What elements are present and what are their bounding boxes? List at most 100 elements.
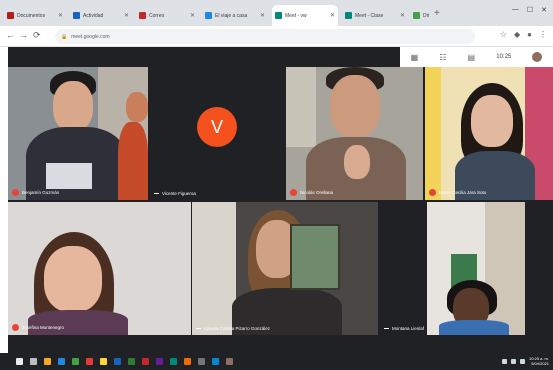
file-explorer-icon[interactable] [44, 358, 51, 365]
tab-favicon-icon [413, 12, 420, 19]
participant-name-tag: Karen Cecilia Jara Soto [429, 189, 486, 196]
profile-icon[interactable]: ● [527, 30, 532, 39]
meet-top-bar: ▦ ☷ ▤ 10:25 [400, 47, 553, 67]
back-icon[interactable]: ← [6, 30, 15, 40]
participant-avatar: V [197, 107, 237, 147]
participant-name-tag: Josefina Montenegro [12, 324, 64, 331]
network-icon[interactable] [501, 358, 507, 364]
browser-tab[interactable]: Actividad ✕ [70, 5, 132, 26]
star-icon[interactable]: ☆ [500, 30, 507, 39]
participant-name: Josefina Montenegro [22, 325, 65, 330]
browser-tab[interactable]: Correo ✕ [136, 5, 198, 26]
maximize-icon[interactable]: ☐ [527, 6, 533, 14]
participant-body [439, 320, 509, 335]
app-icon[interactable] [212, 358, 219, 365]
participant-tile[interactable]: Karen Cecilia Jara Soto [425, 67, 553, 200]
office-icon[interactable] [86, 358, 93, 365]
chat-icon[interactable]: ▤ [468, 53, 476, 62]
close-icon[interactable]: ✕ [330, 12, 335, 19]
app-icon[interactable] [226, 358, 233, 365]
background-window [192, 202, 236, 335]
taskbar-date: 5/04/2021 [531, 361, 549, 366]
participant-name: Ignacia Carlota Pizarro González [204, 326, 271, 331]
browser-toolbar: ← → ⟳ 🔒 meet.google.com ☆ ◆ ● ⋮ [0, 26, 553, 47]
tab-label: Actividad [83, 12, 104, 19]
participant-tile[interactable]: Josefina Montenegro [8, 202, 191, 335]
minimize-icon[interactable]: — [512, 6, 519, 14]
participant-tile[interactable]: V Vicente Figueroa [150, 67, 283, 200]
browser-tab-active[interactable]: Meet - vw ✕ [272, 5, 338, 26]
background-window [286, 67, 316, 147]
participant-name-tag: Nicolás Orellana [290, 189, 333, 196]
battery-icon[interactable] [519, 358, 525, 364]
participant-tile[interactable] [427, 202, 525, 335]
windows-taskbar: 10:25 a. m. 5/04/2021 [0, 353, 553, 370]
close-window-icon[interactable]: ✕ [541, 6, 547, 14]
close-icon[interactable]: ✕ [260, 12, 265, 19]
tab-favicon-icon [205, 12, 212, 19]
participant-name-tag: Benjamín Guzmán [12, 189, 59, 196]
extensions-icon[interactable]: ◆ [514, 30, 520, 39]
address-bar[interactable]: 🔒 meet.google.com [55, 29, 475, 44]
book-cover [290, 224, 340, 290]
search-icon[interactable] [30, 358, 37, 365]
user-avatar[interactable] [532, 52, 543, 62]
volume-icon[interactable] [510, 358, 516, 364]
system-tray: 10:25 a. m. 5/04/2021 [501, 356, 549, 366]
tab-favicon-icon [7, 12, 14, 19]
participant-body [28, 310, 128, 335]
participant-name: Vicente Figueroa [162, 191, 196, 196]
close-icon[interactable]: ✕ [124, 12, 129, 19]
tab-label: Documentos [17, 12, 46, 19]
paper-sheet [46, 163, 92, 189]
browser-tab[interactable]: Meet - Clase ✕ [342, 5, 408, 26]
toolbar-actions: ☆ ◆ ● ⋮ [500, 30, 547, 39]
new-tab-icon[interactable]: + [434, 8, 440, 19]
background-yellow-panel [425, 67, 441, 200]
browser-tab[interactable]: Drive [410, 5, 432, 26]
grid-view-icon[interactable]: ▦ [411, 53, 419, 62]
participant-tile[interactable]: Benjamín Guzmán [8, 67, 148, 200]
tab-label: Correo [149, 12, 165, 19]
participant-tile[interactable]: Ignacia Carlota Pizarro González [192, 202, 378, 335]
participant-face [53, 81, 93, 131]
meet-clock: 10:25 [496, 54, 512, 60]
app-icon[interactable] [100, 358, 107, 365]
browser-tab-bar: Documentos ✕ Actividad ✕ Correo ✕ El via… [0, 0, 553, 26]
participant-name: Karen Cecilia Jara Soto [439, 190, 487, 195]
browser-tab[interactable]: El viaje a casa ✕ [202, 5, 268, 26]
menu-icon[interactable]: ⋮ [539, 30, 547, 39]
second-person-face [126, 92, 148, 122]
powerpoint-icon[interactable] [142, 358, 149, 365]
chrome-icon[interactable] [72, 358, 79, 365]
participant-name: Montana Lienlaf [392, 326, 425, 331]
close-icon[interactable]: ✕ [190, 12, 195, 19]
participant-tile[interactable]: Nicolás Orellana [286, 67, 423, 200]
participant-tile[interactable]: Montana Lienlaf [380, 202, 426, 335]
close-icon[interactable]: ✕ [400, 12, 405, 19]
participants-icon[interactable]: ☷ [439, 53, 446, 62]
browser-tab[interactable]: Documentos ✕ [4, 5, 66, 26]
taskbar-clock[interactable]: 10:25 a. m. 5/04/2021 [529, 356, 549, 366]
meet-icon[interactable] [170, 358, 177, 365]
participant-hands [344, 145, 370, 179]
excel-icon[interactable] [128, 358, 135, 365]
teams-icon[interactable] [156, 358, 163, 365]
word-icon[interactable] [114, 358, 121, 365]
mic-off-icon [12, 189, 19, 196]
app-icon[interactable] [198, 358, 205, 365]
participant-name: Benjamín Guzmán [22, 190, 60, 195]
forward-icon[interactable]: → [19, 30, 28, 40]
participant-face [471, 95, 513, 147]
mic-indicator-icon [196, 328, 201, 329]
lock-icon: 🔒 [61, 33, 68, 40]
edge-icon[interactable] [58, 358, 65, 365]
close-icon[interactable]: ✕ [58, 12, 63, 19]
url-text: meet.google.com [71, 33, 110, 40]
reload-icon[interactable]: ⟳ [33, 30, 41, 41]
app-icon[interactable] [184, 358, 191, 365]
start-icon[interactable] [16, 358, 23, 365]
participant-name: Nicolás Orellana [300, 190, 334, 195]
mic-off-icon [290, 189, 297, 196]
mic-indicator-icon [154, 193, 159, 194]
